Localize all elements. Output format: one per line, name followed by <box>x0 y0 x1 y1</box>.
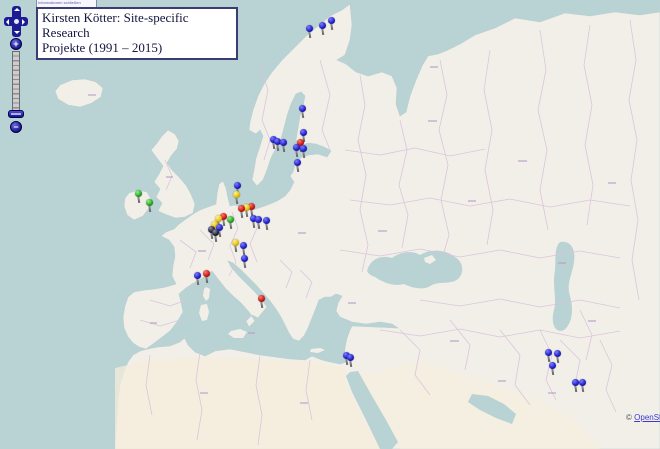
zoom-slider-handle[interactable] <box>8 110 24 118</box>
pan-cross <box>4 6 28 37</box>
map-pin-blue[interactable] <box>549 362 558 377</box>
pin-head-blue <box>319 22 326 29</box>
pin-head-blue <box>234 182 241 189</box>
pin-head-blue <box>572 379 579 386</box>
pin-head-green <box>135 190 142 197</box>
pin-head-blue <box>280 139 287 146</box>
pin-head-blue <box>579 379 586 386</box>
pan-left-button[interactable] <box>6 19 9 25</box>
info-panel-title-line2: Projekte (1991 – 2015) <box>42 40 232 55</box>
map-pin-red[interactable] <box>203 270 212 285</box>
pin-head-blue <box>300 129 307 136</box>
pin-head-red <box>238 205 245 212</box>
pin-head-yellow <box>233 191 240 198</box>
pin-head-blue <box>299 105 306 112</box>
map-pin-blue[interactable] <box>300 145 309 160</box>
map-pin-blue[interactable] <box>306 25 315 40</box>
pin-head-blue <box>263 217 270 224</box>
attribution: © OpenSt <box>626 413 660 424</box>
map-pin-blue[interactable] <box>579 379 588 394</box>
pin-head-green <box>227 216 234 223</box>
pin-head-yellow <box>232 239 239 246</box>
pan-center-icon <box>14 19 19 24</box>
pin-head-blue <box>549 362 556 369</box>
pin-head-blue <box>240 242 247 249</box>
map-pin-green[interactable] <box>135 190 144 205</box>
map-pin-blue[interactable] <box>241 255 250 270</box>
pin-head-blue <box>294 159 301 166</box>
map-pin-green[interactable] <box>227 216 236 231</box>
map-pin-blue[interactable] <box>319 22 328 37</box>
map-pin-blue[interactable] <box>328 17 337 32</box>
pin-head-blue <box>194 272 201 279</box>
pin-head-blue <box>293 144 300 151</box>
pin-head-blue <box>255 216 262 223</box>
map-pin-yellow[interactable] <box>233 191 242 206</box>
pin-head-green <box>146 199 153 206</box>
map-pin-green[interactable] <box>146 199 155 214</box>
map-window: Informationen schließen Kirsten Kötter: … <box>0 0 660 449</box>
info-panel-title-line1: Kirsten Kötter: Site-specific Research <box>42 10 232 40</box>
pin-head-blue <box>545 349 552 356</box>
pin-head-red <box>203 270 210 277</box>
pan-right-button[interactable] <box>22 19 25 25</box>
pan-up-button[interactable] <box>14 8 20 11</box>
map-pin-blue[interactable] <box>294 159 303 174</box>
map-pin-blue[interactable] <box>299 105 308 120</box>
map-pin-red[interactable] <box>258 295 267 310</box>
copyright-symbol: © <box>626 413 632 422</box>
attribution-link[interactable]: OpenSt <box>634 413 660 422</box>
pan-down-button[interactable] <box>14 31 20 34</box>
desert-tint <box>115 357 380 449</box>
map-pin-blue[interactable] <box>347 354 356 369</box>
info-panel: Kirsten Kötter: Site-specific Research P… <box>36 7 238 60</box>
pin-head-blue <box>306 25 313 32</box>
map-pin-blue[interactable] <box>194 272 203 287</box>
pin-head-blue <box>241 255 248 262</box>
map-pin-red[interactable] <box>238 205 247 220</box>
zoom-out-button[interactable]: − <box>10 121 22 133</box>
pin-head-blue <box>554 350 561 357</box>
panzoombar: + − <box>2 4 30 134</box>
pin-head-blue <box>328 17 335 24</box>
map-pin-blue[interactable] <box>280 139 289 154</box>
pin-head-black <box>212 229 219 236</box>
pin-head-red <box>258 295 265 302</box>
map-canvas[interactable] <box>0 0 660 449</box>
pin-head-blue <box>300 145 307 152</box>
pin-head-blue <box>347 354 354 361</box>
map-pin-black[interactable] <box>212 229 221 244</box>
zoom-slider-rail[interactable] <box>12 51 20 117</box>
map-pin-blue[interactable] <box>263 217 272 232</box>
zoom-in-button[interactable]: + <box>10 38 22 50</box>
